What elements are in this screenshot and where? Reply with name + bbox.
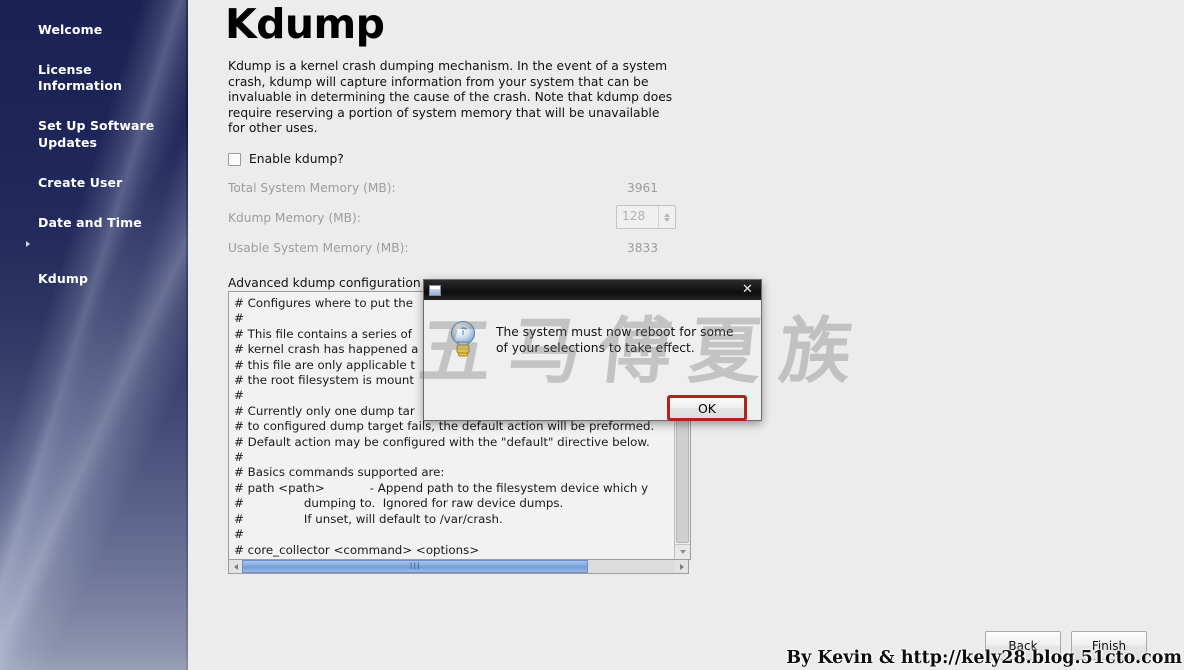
intro-paragraph: Kdump is a kernel crash dumping mechanis… xyxy=(228,59,673,136)
lightbulb-icon xyxy=(447,319,479,357)
grip-icon: III xyxy=(409,561,421,572)
footer-watermark: By Kevin & http://kely28.blog.51cto.com xyxy=(786,648,1182,668)
sidebar-item-set-up-software-updates[interactable]: Set Up Software Updates xyxy=(0,101,188,153)
sidebar-item-kdump[interactable]: Kdump xyxy=(0,237,188,289)
enable-kdump-row[interactable]: Enable kdump? xyxy=(228,152,344,166)
dialog-ok-button[interactable]: OK xyxy=(667,395,747,421)
application-window: Welcome License Information Set Up Softw… xyxy=(0,0,1184,670)
enable-kdump-label: Enable kdump? xyxy=(249,152,344,166)
chevron-left-icon xyxy=(233,563,238,570)
kdump-memory-stepper[interactable]: 128 xyxy=(616,205,676,229)
sidebar-item-label: Welcome xyxy=(38,21,103,37)
sidebar-nav: Welcome License Information Set Up Softw… xyxy=(0,0,188,289)
kdump-memory-label: Kdump Memory (MB): xyxy=(228,211,361,225)
advanced-config-label: Advanced kdump configuration xyxy=(228,276,421,290)
sidebar-item-create-user[interactable]: Create User xyxy=(0,157,188,192)
stepper-down-icon[interactable] xyxy=(664,217,670,222)
sidebar-item-label: Date and Time xyxy=(38,214,142,230)
close-icon[interactable]: ✕ xyxy=(741,283,754,296)
usable-system-memory-label: Usable System Memory (MB): xyxy=(228,241,409,255)
horizontal-scrollbar-track[interactable]: III xyxy=(242,560,675,573)
total-system-memory-row: Total System Memory (MB): 3961 xyxy=(228,180,658,210)
memory-fields: Total System Memory (MB): 3961 Kdump Mem… xyxy=(228,180,676,270)
kdump-memory-row: Kdump Memory (MB): 128 xyxy=(228,205,676,240)
sidebar-item-license-information[interactable]: License Information xyxy=(0,44,188,96)
chevron-down-icon xyxy=(679,550,686,554)
chevron-right-icon xyxy=(26,241,30,247)
dialog-titlebar[interactable]: ✕ xyxy=(424,280,761,300)
sidebar-item-label: Create User xyxy=(38,174,123,190)
page-title: Kdump xyxy=(225,0,385,48)
sidebar-item-label: License Information xyxy=(38,61,123,94)
dialog-message: The system must now reboot for some of y… xyxy=(496,325,734,355)
chevron-right-icon xyxy=(679,563,684,570)
scroll-right-button[interactable] xyxy=(675,560,688,573)
usable-system-memory-row: Usable System Memory (MB): 3833 xyxy=(228,240,658,270)
stepper-buttons[interactable] xyxy=(658,206,675,228)
horizontal-scrollbar[interactable]: III xyxy=(228,559,689,574)
sidebar-item-welcome[interactable]: Welcome xyxy=(0,4,188,39)
scroll-down-button[interactable] xyxy=(675,544,690,559)
usable-system-memory-value: 3833 xyxy=(626,241,658,255)
total-system-memory-label: Total System Memory (MB): xyxy=(228,181,396,195)
sidebar: Welcome License Information Set Up Softw… xyxy=(0,0,188,670)
window-icon xyxy=(429,284,441,296)
kdump-memory-input[interactable]: 128 xyxy=(617,206,658,228)
stepper-up-icon[interactable] xyxy=(664,212,670,217)
sidebar-item-label: Kdump xyxy=(38,271,89,286)
sidebar-item-date-and-time[interactable]: Date and Time xyxy=(0,197,188,232)
scroll-left-button[interactable] xyxy=(229,560,242,573)
dialog-body: The system must now reboot for some of y… xyxy=(424,300,761,421)
total-system-memory-value: 3961 xyxy=(626,181,658,195)
page-title-text: Kdump xyxy=(225,0,385,48)
horizontal-scrollbar-thumb[interactable]: III xyxy=(242,560,589,573)
reboot-dialog: ✕ The system must now reboot for some of… xyxy=(423,279,762,421)
sidebar-item-label: Set Up Software Updates xyxy=(38,118,155,150)
enable-kdump-checkbox[interactable] xyxy=(228,152,241,166)
